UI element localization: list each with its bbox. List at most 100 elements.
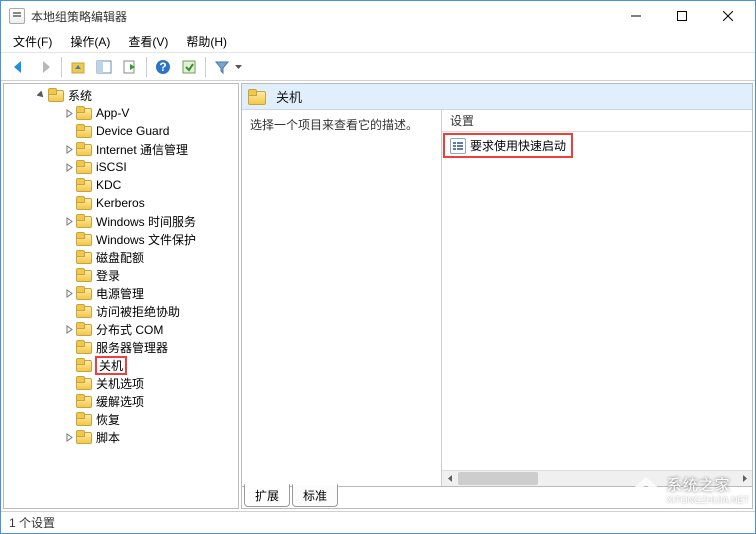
tree-node[interactable]: 电源管理 xyxy=(4,284,238,302)
menubar: 文件(F) 操作(A) 查看(V) 帮助(H) xyxy=(1,31,755,53)
scrollbar-track[interactable] xyxy=(458,471,736,486)
tree-node[interactable]: iSCSI xyxy=(4,158,238,176)
expand-icon[interactable] xyxy=(62,322,76,336)
tree-node-label: Windows 时间服务 xyxy=(96,213,196,230)
scroll-left-button[interactable] xyxy=(442,471,458,486)
details-main: 关机 选择一个项目来查看它的描述。 设置 要求使用快速启动 xyxy=(241,83,753,487)
menu-action[interactable]: 操作(A) xyxy=(62,31,118,52)
toolbar-separator xyxy=(146,57,147,77)
details-columns: 选择一个项目来查看它的描述。 设置 要求使用快速启动 xyxy=(242,110,752,486)
filter-button[interactable] xyxy=(210,55,234,79)
settings-column-header[interactable]: 设置 xyxy=(442,110,752,132)
tree-node[interactable]: Device Guard xyxy=(4,122,238,140)
tree-node[interactable]: 分布式 COM xyxy=(4,320,238,338)
tree-node-label: Device Guard xyxy=(96,124,169,138)
tree-node-label: 登录 xyxy=(96,267,120,284)
menu-file[interactable]: 文件(F) xyxy=(5,31,60,52)
folder-icon xyxy=(76,250,92,264)
collapse-icon[interactable] xyxy=(34,88,48,102)
tree-node[interactable]: Internet 通信管理 xyxy=(4,140,238,158)
tree-node-label: iSCSI xyxy=(96,160,127,174)
content-area: 系统App-V Device Guard Internet 通信管理 iSCSI KDC… xyxy=(1,81,755,511)
filter-dropdown[interactable] xyxy=(234,65,242,69)
folder-icon xyxy=(76,214,92,228)
expander-placeholder xyxy=(62,178,76,192)
folder-icon xyxy=(76,178,92,192)
details-header-label: 关机 xyxy=(276,87,302,106)
svg-text:?: ? xyxy=(159,60,166,74)
folder-icon xyxy=(76,106,92,120)
tree-node[interactable]: Windows 时间服务 xyxy=(4,212,238,230)
tree-node[interactable]: 脚本 xyxy=(4,428,238,446)
tree-node[interactable]: 关机选项 xyxy=(4,374,238,392)
expand-icon[interactable] xyxy=(62,106,76,120)
folder-icon xyxy=(76,142,92,156)
scrollbar-thumb[interactable] xyxy=(458,472,538,485)
window-controls xyxy=(613,1,751,31)
tree-node[interactable]: 关机 xyxy=(4,356,238,374)
status-text: 1 个设置 xyxy=(9,514,55,531)
expander-placeholder xyxy=(62,268,76,282)
expand-icon[interactable] xyxy=(62,286,76,300)
tree: 系统App-V Device Guard Internet 通信管理 iSCSI KDC… xyxy=(4,84,238,466)
close-button[interactable] xyxy=(705,1,751,31)
expand-icon[interactable] xyxy=(62,160,76,174)
help-button[interactable]: ? xyxy=(151,55,175,79)
tree-node-label: 关机 xyxy=(96,357,126,374)
setting-item[interactable]: 要求使用快速启动 xyxy=(446,136,570,155)
menu-help[interactable]: 帮助(H) xyxy=(178,31,235,52)
window-title: 本地组策略编辑器 xyxy=(31,8,613,25)
expander-placeholder xyxy=(62,412,76,426)
folder-icon xyxy=(76,322,92,336)
app-icon xyxy=(9,8,25,24)
folder-icon xyxy=(76,268,92,282)
toolbar: ? xyxy=(1,53,755,81)
tree-node[interactable]: 访问被拒绝协助 xyxy=(4,302,238,320)
expander-placeholder xyxy=(62,358,76,372)
minimize-button[interactable] xyxy=(613,1,659,31)
horizontal-scrollbar[interactable] xyxy=(442,470,752,486)
expand-icon[interactable] xyxy=(62,142,76,156)
tab-standard[interactable]: 标准 xyxy=(292,484,338,507)
tree-scroll[interactable]: 系统App-V Device Guard Internet 通信管理 iSCSI KDC… xyxy=(4,84,238,508)
tree-node-label: 访问被拒绝协助 xyxy=(96,303,180,320)
expander-placeholder xyxy=(62,124,76,138)
menu-view[interactable]: 查看(V) xyxy=(120,31,176,52)
expander-placeholder xyxy=(62,196,76,210)
folder-icon xyxy=(76,196,92,210)
expander-placeholder xyxy=(62,232,76,246)
tree-node-label: Kerberos xyxy=(96,196,145,210)
properties-button[interactable] xyxy=(177,55,201,79)
tree-node[interactable]: 服务器管理器 xyxy=(4,338,238,356)
tree-node[interactable]: 恢复 xyxy=(4,410,238,428)
description-prompt: 选择一个项目来查看它的描述。 xyxy=(250,116,433,133)
scroll-right-button[interactable] xyxy=(736,471,752,486)
description-column: 选择一个项目来查看它的描述。 xyxy=(242,110,442,486)
tree-node-label: 关机选项 xyxy=(96,375,144,392)
tree-node[interactable]: KDC xyxy=(4,176,238,194)
tree-node[interactable]: 登录 xyxy=(4,266,238,284)
expand-icon[interactable] xyxy=(62,214,76,228)
forward-button[interactable] xyxy=(33,55,57,79)
tree-node[interactable]: 缓解选项 xyxy=(4,392,238,410)
folder-icon xyxy=(76,304,92,318)
maximize-button[interactable] xyxy=(659,1,705,31)
expand-icon[interactable] xyxy=(62,430,76,444)
tree-node[interactable]: Kerberos xyxy=(4,194,238,212)
show-hide-tree-button[interactable] xyxy=(92,55,116,79)
expander-placeholder xyxy=(62,304,76,318)
tree-node-label: Windows 文件保护 xyxy=(96,231,196,248)
up-button[interactable] xyxy=(66,55,90,79)
tree-node[interactable]: 磁盘配额 xyxy=(4,248,238,266)
export-list-button[interactable] xyxy=(118,55,142,79)
tree-node[interactable]: 系统 xyxy=(4,86,238,104)
policy-icon xyxy=(450,138,466,154)
back-button[interactable] xyxy=(7,55,31,79)
tree-node[interactable]: App-V xyxy=(4,104,238,122)
tab-extended[interactable]: 扩展 xyxy=(244,484,290,507)
tree-node-label: 电源管理 xyxy=(96,285,144,302)
tree-node-label: 服务器管理器 xyxy=(96,339,168,356)
tree-node[interactable]: Windows 文件保护 xyxy=(4,230,238,248)
folder-icon xyxy=(76,340,92,354)
tree-node-label: Internet 通信管理 xyxy=(96,141,188,158)
